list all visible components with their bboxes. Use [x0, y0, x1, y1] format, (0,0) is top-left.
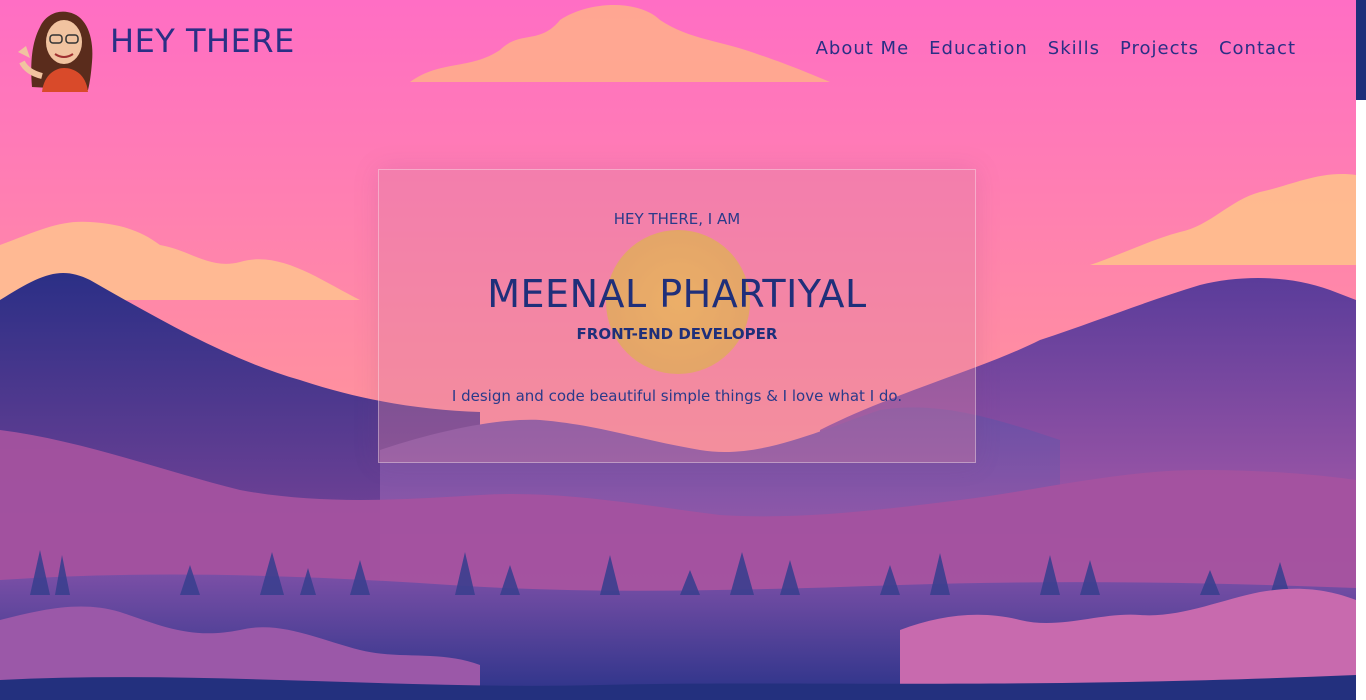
main-nav: About Me Education Skills Projects Conta… [816, 38, 1296, 59]
nav-projects[interactable]: Projects [1120, 38, 1199, 59]
intro-card: HEY THERE, I AM MEENAL PHARTIYAL FRONT-E… [378, 169, 976, 463]
site-brand[interactable]: HEY THERE [110, 22, 295, 60]
scrollbar-track[interactable] [1356, 100, 1366, 700]
avatar[interactable] [12, 2, 102, 92]
avatar-icon [18, 11, 93, 92]
nav-about-me[interactable]: About Me [816, 38, 910, 59]
site-header: HEY THERE About Me Education Skills Proj… [0, 0, 1356, 100]
nav-education[interactable]: Education [929, 38, 1028, 59]
hero-greeting: HEY THERE, I AM [613, 210, 741, 228]
nav-skills[interactable]: Skills [1048, 38, 1100, 59]
scrollbar-track-top [1356, 0, 1366, 100]
nav-contact[interactable]: Contact [1219, 38, 1296, 59]
hero-role: FRONT-END DEVELOPER [576, 325, 778, 343]
hero-tagline: I design and code beautiful simple thing… [451, 387, 903, 405]
hero-name: MEENAL PHARTIYAL [487, 272, 867, 316]
